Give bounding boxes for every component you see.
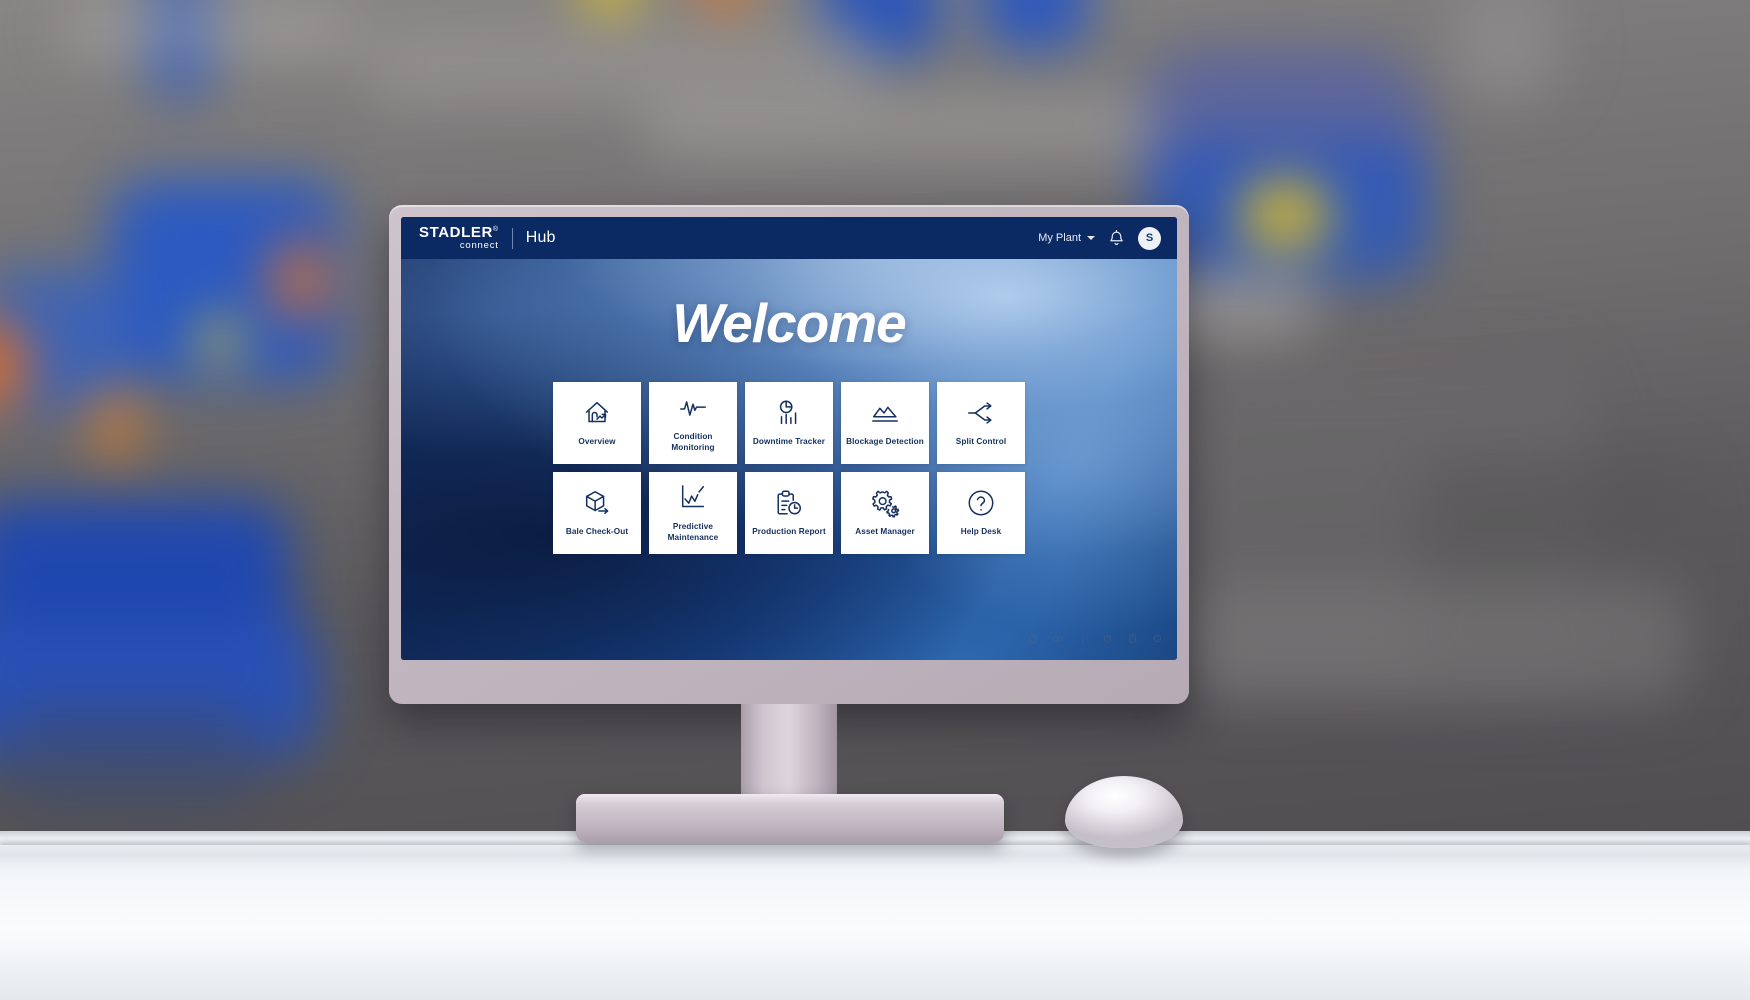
tile-label: Condition Monitoring bbox=[671, 432, 715, 452]
pulse-icon bbox=[678, 393, 708, 423]
area-chart-icon bbox=[870, 398, 900, 428]
tile-label: Downtime Tracker bbox=[752, 437, 826, 447]
logo-wordmark: STADLER® bbox=[419, 225, 499, 240]
plant-selector-label: My Plant bbox=[1038, 232, 1081, 244]
menu-icon[interactable] bbox=[1127, 633, 1138, 644]
trend-chart-icon bbox=[678, 483, 708, 513]
tile-label: Asset Manager bbox=[855, 527, 915, 537]
header-divider bbox=[511, 227, 513, 249]
app-tile-grid: Overview Condition Monitoring Downtime T… bbox=[553, 382, 1025, 554]
stadler-connect-logo[interactable]: STADLER® connect bbox=[419, 225, 499, 251]
screen-content: Welcome Overview Condition Monitoring Do… bbox=[401, 259, 1177, 616]
app-header-bar: STADLER® connect Hub My Plant S bbox=[401, 217, 1177, 259]
tile-downtime-tracker[interactable]: Downtime Tracker bbox=[745, 382, 833, 464]
clipboard-clock-icon bbox=[774, 488, 804, 518]
tile-bale-check-out[interactable]: Bale Check-Out bbox=[553, 472, 641, 554]
app-title: Hub bbox=[525, 229, 556, 246]
tile-predictive-maintenance[interactable]: Predictive Maintenance bbox=[649, 472, 737, 554]
home-icon[interactable] bbox=[1027, 633, 1038, 644]
tile-condition-monitoring[interactable]: Condition Monitoring bbox=[649, 382, 737, 464]
settings-icon[interactable] bbox=[1152, 633, 1163, 644]
bell-icon[interactable] bbox=[1108, 229, 1125, 247]
tile-split-control[interactable]: Split Control bbox=[937, 382, 1025, 464]
monitor-neck bbox=[741, 704, 837, 799]
gears-icon bbox=[870, 488, 900, 518]
tile-help-desk[interactable]: Help Desk bbox=[937, 472, 1025, 554]
brightness-icon[interactable] bbox=[1052, 633, 1063, 644]
tile-label: Bale Check-Out bbox=[565, 527, 629, 537]
split-arrows-icon bbox=[966, 398, 996, 428]
tile-label: Blockage Detection bbox=[846, 437, 924, 447]
tile-asset-manager[interactable]: Asset Manager bbox=[841, 472, 929, 554]
house-trend-icon bbox=[582, 398, 612, 428]
power-icon[interactable] bbox=[1102, 633, 1113, 644]
tile-label: Predictive Maintenance bbox=[667, 522, 719, 542]
info-icon[interactable] bbox=[1077, 633, 1088, 644]
logo-subtext: connect bbox=[459, 240, 499, 252]
cube-arrow-icon bbox=[582, 488, 612, 518]
desk-surface bbox=[0, 845, 1750, 1000]
tile-label: Help Desk bbox=[960, 527, 1002, 537]
pie-bars-icon bbox=[774, 398, 804, 428]
monitor-screen: STADLER® connect Hub My Plant S Welcome … bbox=[401, 217, 1177, 660]
chevron-down-icon bbox=[1087, 236, 1095, 240]
user-avatar[interactable]: S bbox=[1138, 226, 1161, 250]
brand-logo-group[interactable]: STADLER® connect Hub bbox=[419, 225, 556, 251]
registered-trademark-icon: ® bbox=[492, 226, 499, 234]
tile-label: Overview bbox=[578, 437, 616, 447]
tile-label: Split Control bbox=[955, 437, 1007, 447]
tile-label: Production Report bbox=[752, 527, 826, 537]
monitor-base-top bbox=[576, 794, 1004, 803]
tile-overview[interactable]: Overview bbox=[553, 382, 641, 464]
logo-wordmark-text: STADLER bbox=[419, 224, 493, 242]
tile-production-report[interactable]: Production Report bbox=[745, 472, 833, 554]
question-circle-icon bbox=[966, 488, 996, 518]
monitor-bezel-controls bbox=[401, 616, 1177, 660]
monitor: STADLER® connect Hub My Plant S Welcome … bbox=[389, 205, 1189, 704]
page-title: Welcome bbox=[672, 292, 906, 354]
tile-blockage-detection[interactable]: Blockage Detection bbox=[841, 382, 929, 464]
plant-selector[interactable]: My Plant bbox=[1038, 232, 1095, 244]
header-actions: My Plant S bbox=[1038, 226, 1161, 250]
